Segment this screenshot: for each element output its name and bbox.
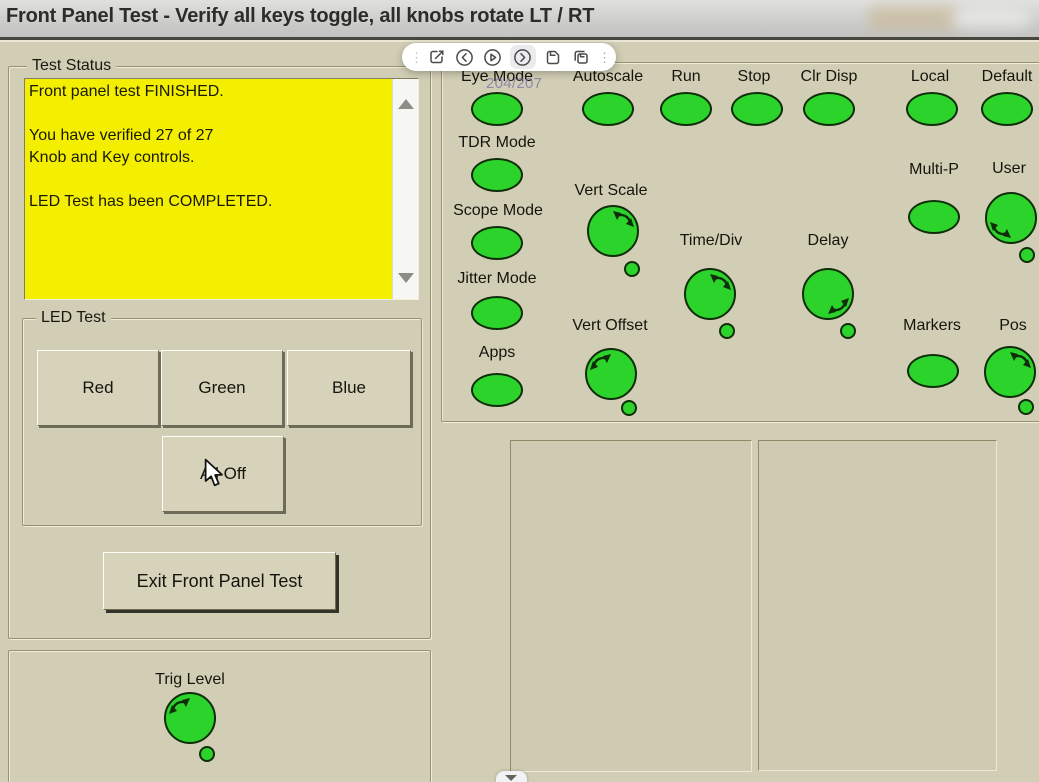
video-overlay-toolbar: ⋮ — [402, 43, 616, 71]
scroll-down-icon[interactable] — [398, 273, 414, 283]
blue-led-button[interactable]: Blue — [287, 350, 411, 426]
exit-front-panel-test-button[interactable]: Exit Front Panel Test — [103, 552, 336, 610]
stop-label: Stop — [738, 68, 771, 85]
pos-knob[interactable] — [984, 346, 1036, 398]
markers-key[interactable] — [907, 354, 959, 388]
titlebar-blur-artifact — [952, 9, 1030, 27]
scope-mode-key[interactable] — [471, 226, 523, 260]
scroll-up-icon[interactable] — [398, 99, 414, 109]
delay-label: Delay — [808, 232, 849, 249]
play-icon[interactable] — [482, 47, 502, 67]
previous-icon[interactable] — [455, 47, 475, 67]
user-label: User — [992, 160, 1026, 177]
green-led-button-label: Green — [198, 378, 245, 398]
run-label: Run — [671, 68, 700, 85]
log-line — [29, 169, 392, 191]
test-status-legend: Test Status — [27, 57, 116, 75]
default-label: Default — [982, 68, 1033, 85]
rotate-arrow-icon — [990, 221, 1012, 239]
tdr-mode-key[interactable] — [471, 158, 523, 192]
vert-scale-label: Vert Scale — [575, 182, 648, 199]
local-label: Local — [911, 68, 949, 85]
red-led-button[interactable]: Red — [37, 350, 159, 426]
apps-key[interactable] — [471, 373, 523, 407]
green-led-button[interactable]: Green — [161, 350, 283, 426]
title-bar: Front Panel Test - Verify all keys toggl… — [0, 0, 1039, 37]
test-status-log-text: Front panel test FINISHED. You have veri… — [25, 79, 392, 299]
rotate-arrow-icon — [169, 697, 191, 715]
window-title: Front Panel Test - Verify all keys toggl… — [6, 5, 594, 28]
pos-label: Pos — [999, 317, 1027, 334]
eye-mode-key[interactable] — [471, 92, 523, 126]
result-panel-right — [758, 440, 997, 771]
stop-key[interactable] — [731, 92, 783, 126]
tdr-mode-label: TDR Mode — [458, 134, 535, 151]
default-key[interactable] — [981, 92, 1033, 126]
run-key[interactable] — [660, 92, 712, 126]
multi-p-label: Multi-P — [909, 161, 959, 178]
chevron-down-icon — [505, 775, 517, 781]
trig-level-label: Trig Level — [155, 671, 225, 688]
trig-level-led — [199, 746, 215, 762]
reveal-tab[interactable] — [496, 771, 527, 782]
drag-handle-icon[interactable]: ⋮ — [410, 51, 420, 64]
rotate-arrow-icon — [590, 353, 612, 371]
frame-counter: 204/207 — [486, 75, 542, 92]
delay-knob[interactable] — [802, 268, 854, 320]
scope-mode-label: Scope Mode — [453, 202, 543, 219]
test-status-log: Front panel test FINISHED. You have veri… — [24, 78, 419, 300]
time-div-label: Time/Div — [680, 232, 743, 249]
rotate-arrow-icon — [1009, 351, 1031, 369]
log-scrollbar[interactable] — [392, 79, 418, 299]
rotate-arrow-icon — [612, 210, 634, 228]
more-icon[interactable]: ⋮ — [598, 51, 608, 64]
jitter-mode-key[interactable] — [471, 296, 523, 330]
save-all-icon[interactable] — [571, 47, 591, 67]
autoscale-key[interactable] — [582, 92, 634, 126]
save-icon[interactable] — [543, 47, 563, 67]
log-line: Knob and Key controls. — [29, 147, 392, 169]
trig-level-knob[interactable] — [164, 692, 216, 744]
edit-icon[interactable] — [427, 47, 447, 67]
jitter-mode-label: Jitter Mode — [457, 270, 536, 287]
front-panel-test-window: Front Panel Test - Verify all keys toggl… — [0, 0, 1039, 782]
log-line: You have verified 27 of 27 — [29, 125, 392, 147]
vert-offset-led — [621, 400, 637, 416]
titlebar-blur-artifact — [868, 6, 960, 30]
result-panel-left — [510, 440, 752, 772]
clr-disp-label: Clr Disp — [801, 68, 858, 85]
local-key[interactable] — [906, 92, 958, 126]
vert-scale-knob[interactable] — [587, 205, 639, 257]
markers-label: Markers — [903, 317, 961, 334]
vert-offset-knob[interactable] — [585, 348, 637, 400]
vert-offset-label: Vert Offset — [572, 317, 647, 334]
time-div-knob[interactable] — [684, 268, 736, 320]
vert-scale-led — [624, 261, 640, 277]
led-test-legend: LED Test — [36, 309, 111, 327]
log-line: Front panel test FINISHED. — [29, 81, 392, 103]
next-icon[interactable] — [510, 45, 536, 69]
titlebar-separator-highlight — [0, 40, 1039, 42]
mouse-cursor — [201, 458, 227, 488]
exit-button-label: Exit Front Panel Test — [137, 571, 303, 592]
log-line: LED Test has been COMPLETED. — [29, 191, 392, 213]
delay-led — [840, 323, 856, 339]
red-led-button-label: Red — [82, 378, 113, 398]
multi-p-key[interactable] — [908, 200, 960, 234]
user-led — [1019, 247, 1035, 263]
user-knob[interactable] — [985, 192, 1037, 244]
clr-disp-key[interactable] — [803, 92, 855, 126]
pos-led — [1018, 399, 1034, 415]
rotate-arrow-icon — [709, 273, 731, 291]
blue-led-button-label: Blue — [332, 378, 366, 398]
rotate-arrow-icon — [827, 297, 849, 315]
apps-label: Apps — [479, 344, 515, 361]
log-line — [29, 103, 392, 125]
time-div-led — [719, 323, 735, 339]
trig-level-group — [8, 650, 431, 782]
